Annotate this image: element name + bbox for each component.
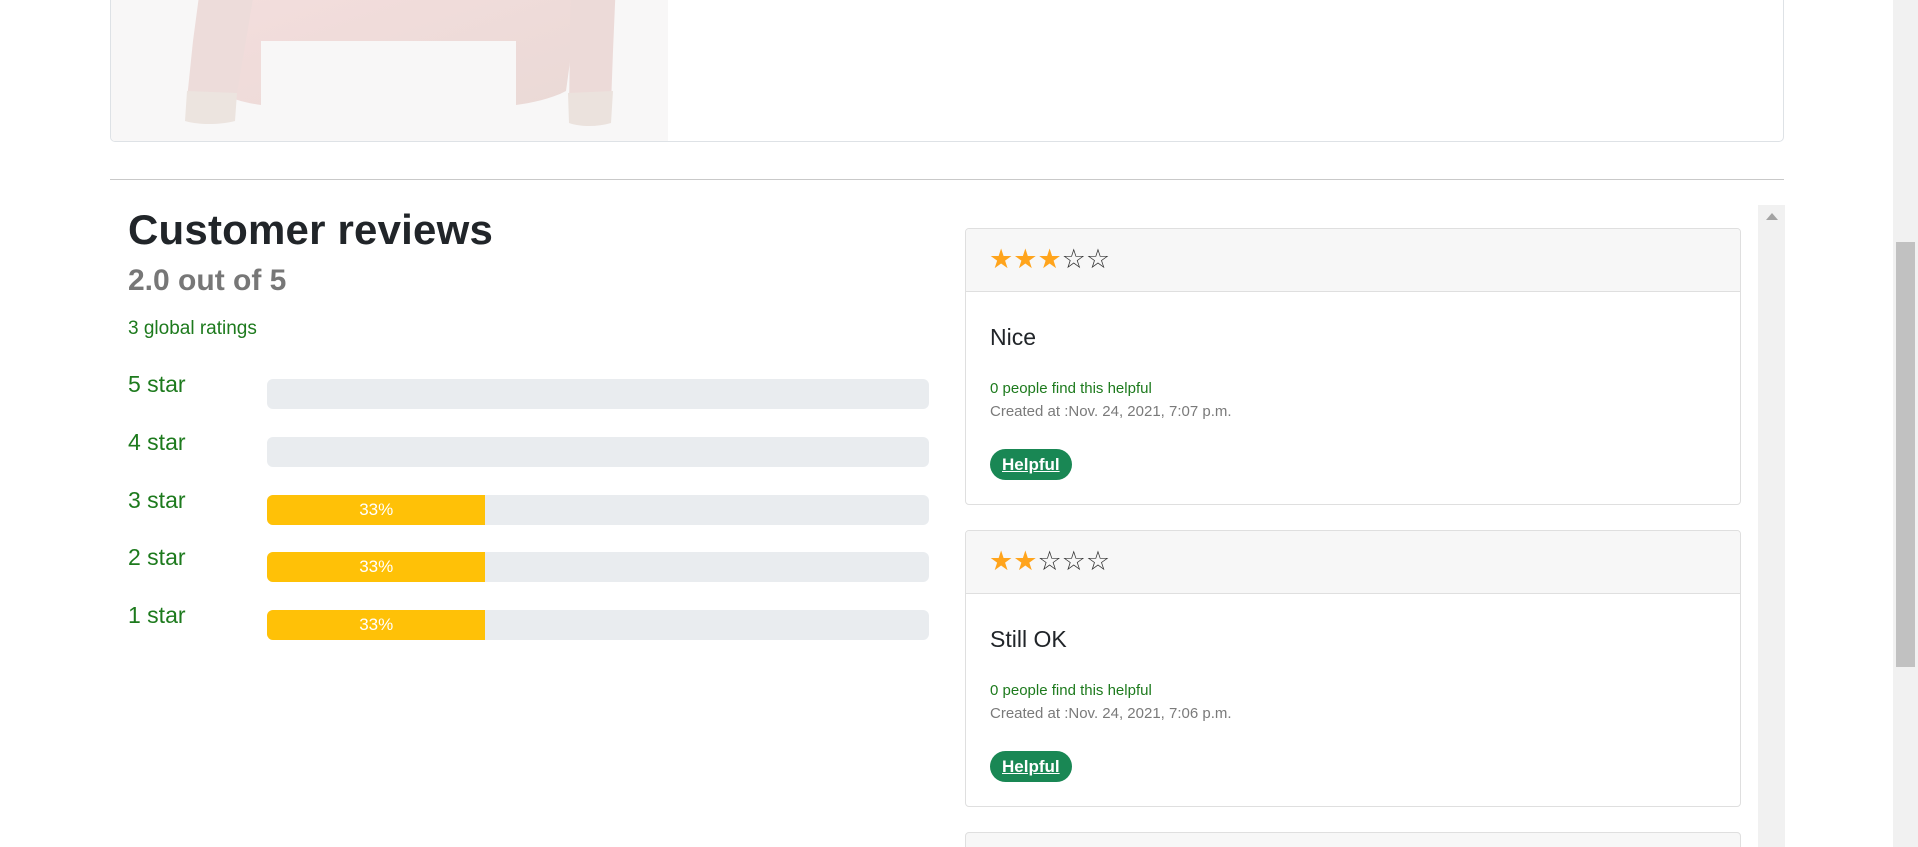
rating-label-1[interactable]: 1 star bbox=[128, 602, 186, 629]
rating-label-3[interactable]: 3 star bbox=[128, 487, 186, 514]
review-created-date: Created at :Nov. 24, 2021, 7:07 p.m. bbox=[990, 403, 1232, 420]
rating-row-4: 4 star bbox=[128, 429, 938, 467]
star-empty-icon: ☆ bbox=[1037, 546, 1062, 576]
review-body: Nice 0 people find this helpful Created … bbox=[966, 292, 1740, 504]
star-filled-icon: ★ bbox=[1013, 546, 1038, 576]
rating-bar-fill-2: 33% bbox=[267, 552, 486, 582]
rating-label-5[interactable]: 5 star bbox=[128, 371, 186, 398]
helpful-count: 0 people find this helpful bbox=[990, 682, 1152, 699]
average-rating: 2.0 out of 5 bbox=[128, 264, 287, 297]
review-created-date: Created at :Nov. 24, 2021, 7:06 p.m. bbox=[990, 705, 1232, 722]
global-ratings-link[interactable]: 3 global ratings bbox=[128, 318, 257, 340]
review-card-partial bbox=[965, 832, 1741, 847]
review-header: ★★☆☆☆ bbox=[966, 531, 1740, 594]
product-card bbox=[110, 0, 1784, 142]
review-card: ★★☆☆☆ Still OK 0 people find this helpfu… bbox=[965, 530, 1741, 807]
rating-label-2[interactable]: 2 star bbox=[128, 544, 186, 571]
star-empty-icon: ☆ bbox=[1061, 244, 1086, 274]
helpful-count: 0 people find this helpful bbox=[990, 380, 1152, 397]
section-divider bbox=[110, 179, 1784, 180]
rating-row-5: 5 star bbox=[128, 371, 938, 409]
review-title: Nice bbox=[990, 324, 1037, 350]
rating-label-4[interactable]: 4 star bbox=[128, 429, 186, 456]
scroll-up-arrow-icon[interactable] bbox=[1766, 213, 1778, 220]
product-image[interactable] bbox=[111, 0, 668, 141]
star-empty-icon: ☆ bbox=[1085, 546, 1111, 576]
page-scrollbar[interactable] bbox=[1893, 0, 1918, 847]
review-title: Still OK bbox=[990, 626, 1067, 652]
star-empty-icon: ☆ bbox=[1061, 546, 1086, 576]
helpful-button[interactable]: Helpful bbox=[990, 449, 1072, 480]
rating-row-2: 2 star 33% bbox=[128, 544, 938, 582]
reviews-title: Customer reviews bbox=[128, 206, 494, 253]
rating-bar-4 bbox=[267, 437, 929, 467]
star-filled-icon: ★ bbox=[1013, 244, 1038, 274]
rating-bar-fill-1: 33% bbox=[267, 610, 486, 640]
rating-bar-fill-3: 33% bbox=[267, 495, 486, 525]
review-list-scrollbar[interactable] bbox=[1758, 205, 1785, 847]
star-filled-icon: ★ bbox=[989, 244, 1014, 274]
rating-bar-3: 33% bbox=[267, 495, 929, 525]
rating-bar-2: 33% bbox=[267, 552, 929, 582]
review-header: ★★★☆☆ bbox=[966, 229, 1740, 292]
helpful-button[interactable]: Helpful bbox=[990, 751, 1072, 782]
rating-row-3: 3 star 33% bbox=[128, 487, 938, 525]
rating-bar-1: 33% bbox=[267, 610, 929, 640]
page-scrollbar-thumb[interactable] bbox=[1896, 242, 1915, 667]
rating-bar-5 bbox=[267, 379, 929, 409]
review-stars: ★★★☆☆ bbox=[989, 244, 1110, 274]
star-filled-icon: ★ bbox=[1037, 244, 1062, 274]
star-empty-icon: ☆ bbox=[1085, 244, 1111, 274]
star-filled-icon: ★ bbox=[989, 546, 1014, 576]
review-body: Still OK 0 people find this helpful Crea… bbox=[966, 594, 1740, 806]
sweater-image bbox=[185, 0, 616, 126]
review-list[interactable]: ★★★☆☆ Nice 0 people find this helpful Cr… bbox=[965, 205, 1755, 847]
review-card: ★★★☆☆ Nice 0 people find this helpful Cr… bbox=[965, 228, 1741, 505]
rating-row-1: 1 star 33% bbox=[128, 602, 938, 640]
review-stars: ★★☆☆☆ bbox=[989, 546, 1110, 576]
